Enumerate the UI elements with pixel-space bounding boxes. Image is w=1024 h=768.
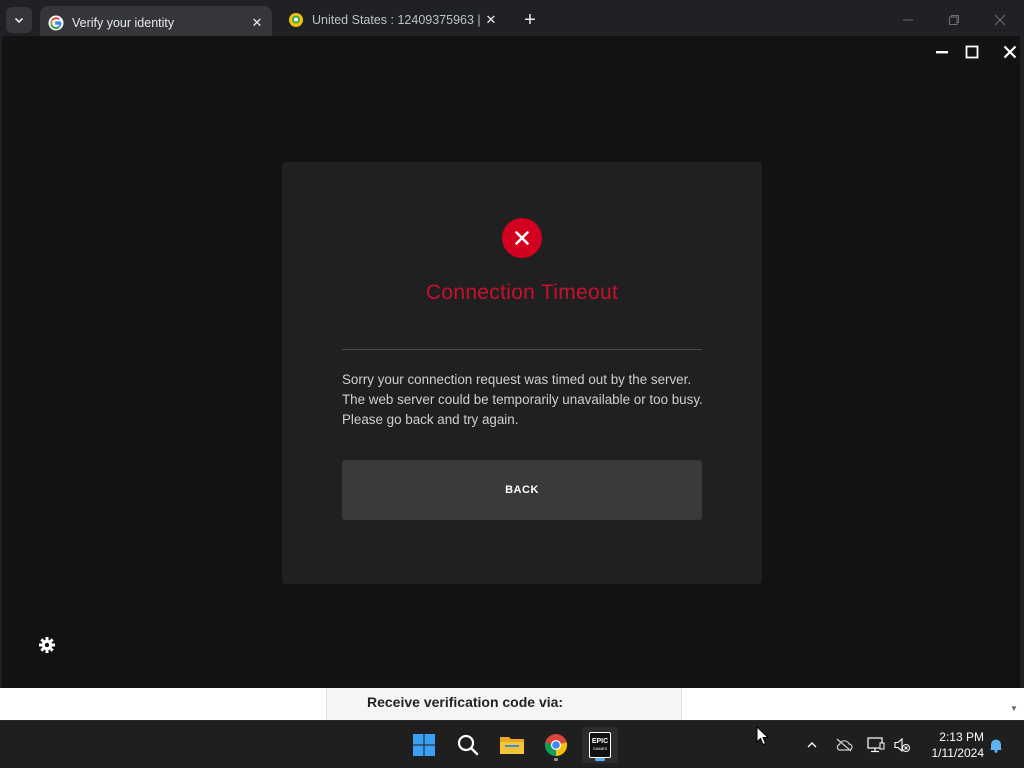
minimize-icon: [936, 51, 948, 54]
start-button[interactable]: [406, 727, 442, 763]
close-window-button[interactable]: [988, 8, 1012, 32]
chrome-button[interactable]: [538, 727, 574, 763]
app-minimize-button[interactable]: [932, 42, 952, 62]
epic-logo-subtext: GAMES: [592, 746, 608, 751]
epic-logo-text: EPIC: [591, 738, 609, 745]
divider: [342, 349, 702, 350]
close-icon: [1003, 45, 1017, 59]
active-indicator: [595, 758, 605, 761]
taskbar: EPIC GAMES 2:13 PM 1/11/2024: [0, 720, 1024, 768]
search-icon: [457, 734, 479, 756]
chrome-icon: [544, 734, 568, 757]
tab-united-states[interactable]: United States : 12409375963 | F ✕: [280, 6, 506, 34]
verification-panel: Receive verification code via:: [326, 688, 682, 720]
browser-tab-strip: Verify your identity ✕ United States : 1…: [0, 0, 1024, 40]
volume-muted-icon: [894, 737, 910, 753]
running-indicator: [554, 758, 558, 761]
clock[interactable]: 2:13 PM 1/11/2024: [918, 729, 985, 761]
epic-launcher-window: Connection Timeout Sorry your connection…: [2, 36, 1020, 688]
tab-verify-identity[interactable]: Verify your identity ✕: [40, 6, 272, 40]
search-button[interactable]: [450, 727, 486, 763]
globe-chat-icon: [289, 13, 303, 27]
epic-games-icon: EPIC GAMES: [589, 732, 611, 758]
maximize-icon: [965, 45, 979, 59]
cloud-off-icon: [836, 738, 853, 752]
close-icon: [994, 14, 1006, 26]
error-icon: [502, 218, 542, 258]
dialog-message: Sorry your connection request was timed …: [342, 372, 703, 427]
mouse-cursor-icon: [756, 726, 770, 746]
file-explorer-button[interactable]: [494, 727, 530, 763]
clock-time: 2:13 PM: [939, 730, 984, 744]
screen: Verify your identity ✕ United States : 1…: [0, 0, 1024, 768]
onedrive-button[interactable]: [834, 735, 854, 755]
volume-button[interactable]: [892, 735, 912, 755]
close-tab-icon[interactable]: ✕: [248, 14, 266, 32]
app-close-button[interactable]: [1000, 42, 1020, 62]
verification-label: Receive verification code via:: [367, 694, 564, 710]
settings-button[interactable]: [38, 636, 56, 654]
app-maximize-button[interactable]: [962, 42, 982, 62]
new-tab-button[interactable]: +: [518, 8, 542, 32]
back-button[interactable]: BACK: [342, 460, 702, 520]
network-icon: [867, 737, 885, 753]
close-tab-icon[interactable]: ✕: [482, 11, 500, 29]
network-button[interactable]: [866, 735, 886, 755]
tab-search-button[interactable]: [6, 7, 32, 33]
underlying-page: Receive verification code via: ▼: [0, 688, 1024, 720]
restore-window-button[interactable]: [942, 8, 966, 32]
windows-start-icon: [413, 734, 435, 756]
google-icon: [48, 15, 64, 31]
show-hidden-icons-button[interactable]: [802, 735, 822, 755]
minimize-icon: [903, 19, 913, 21]
chevron-up-icon: [807, 742, 817, 748]
tab-title: United States : 12409375963 | F: [312, 13, 482, 27]
gear-icon: [39, 637, 55, 653]
error-dialog: Connection Timeout Sorry your connection…: [282, 162, 762, 584]
restore-icon: [949, 15, 959, 25]
file-explorer-icon: [500, 737, 524, 754]
chevron-down-icon: [14, 17, 24, 24]
scroll-down-icon[interactable]: ▼: [1010, 704, 1020, 714]
notifications-button[interactable]: [986, 735, 1006, 755]
minimize-window-button[interactable]: [896, 8, 920, 32]
bell-icon: [990, 739, 1002, 753]
dialog-title: Connection Timeout: [425, 281, 619, 304]
tab-title: Verify your identity: [72, 16, 175, 30]
epic-games-button[interactable]: EPIC GAMES: [582, 727, 618, 763]
clock-date: 1/11/2024: [931, 746, 985, 760]
close-x-icon: [515, 231, 529, 245]
